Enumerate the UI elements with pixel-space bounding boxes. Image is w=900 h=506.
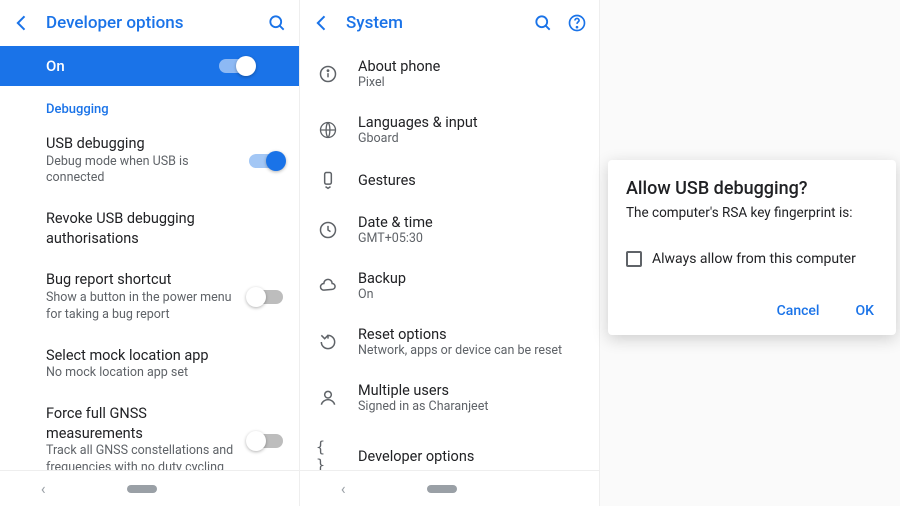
item-title: Reset options [358,326,583,343]
settings-list: About phonePixel Languages & inputGboard… [300,46,599,470]
dialog-title: Allow USB debugging? [626,178,878,199]
item-title: Developer options [358,448,583,465]
item-subtitle: Network, apps or device can be reset [358,343,583,358]
list-item[interactable]: Reset optionsNetwork, apps or device can… [300,314,599,370]
nav-bar: ‹ [300,470,599,506]
master-toggle-label: On [46,57,65,75]
always-allow-row[interactable]: Always allow from this computer [626,251,878,267]
help-icon[interactable] [567,13,587,33]
item-subtitle: No mock location app set [46,365,283,382]
back-arrow-icon[interactable] [312,13,332,33]
item-title: Gestures [358,172,583,189]
master-toggle-row[interactable]: On [0,46,299,86]
list-item[interactable]: Date & timeGMT+05:30 [300,202,599,258]
info-icon [316,64,340,84]
globe-icon [316,120,340,140]
list-item[interactable]: Select mock location app No mock locatio… [0,335,299,393]
item-title: Date & time [358,214,583,231]
item-title: Languages & input [358,114,583,131]
item-title: Backup [358,270,583,287]
list-item[interactable]: Languages & inputGboard [300,102,599,158]
ok-button[interactable]: OK [852,297,879,325]
toggle-switch[interactable] [249,154,283,168]
reset-icon [316,332,340,352]
list-item[interactable]: BackupOn [300,258,599,314]
developer-options-screen: Developer options On Debugging USB debug… [0,0,300,506]
dialog-actions: Cancel OK [626,297,878,325]
item-title: Bug report shortcut [46,270,235,290]
list-item[interactable]: Gestures [300,158,599,202]
item-subtitle: Signed in as Charanjeet [358,399,583,414]
master-toggle-switch[interactable] [219,59,253,73]
dialog-body: The computer's RSA key fingerprint is: [626,205,878,221]
search-icon[interactable] [533,13,553,33]
checkbox-icon[interactable] [626,251,642,267]
usb-dialog-screen: Allow USB debugging? The computer's RSA … [600,0,900,506]
appbar: Developer options [0,0,299,46]
item-subtitle: Gboard [358,131,583,146]
item-subtitle: GMT+05:30 [358,231,583,246]
item-title: Multiple users [358,382,583,399]
list-item[interactable]: Force full GNSS measurements Track all G… [0,393,299,470]
item-subtitle: Pixel [358,75,583,90]
cancel-button[interactable]: Cancel [773,297,824,325]
item-title: Select mock location app [46,346,283,366]
list-item[interactable]: { } Developer options [300,426,599,470]
clock-icon [316,220,340,240]
page-title: System [346,13,519,33]
item-title: About phone [358,58,583,75]
section-header-debugging: Debugging [0,86,299,123]
item-subtitle: On [358,287,583,302]
gesture-icon [316,170,340,190]
back-arrow-icon[interactable] [12,13,32,33]
list-item[interactable]: USB debugging Debug mode when USB is con… [0,123,299,198]
list-item[interactable]: Revoke USB debugging authorisations [0,198,299,259]
person-icon [316,388,340,408]
braces-icon: { } [316,438,340,470]
nav-bar: ‹ [0,470,299,506]
list-item[interactable]: About phonePixel [300,46,599,102]
item-subtitle: Debug mode when USB is connected [46,154,235,188]
list-item[interactable]: Multiple usersSigned in as Charanjeet [300,370,599,426]
item-title: Revoke USB debugging authorisations [46,209,283,248]
search-icon[interactable] [267,13,287,33]
item-title: Force full GNSS measurements [46,404,235,443]
item-subtitle: Track all GNSS constellations and freque… [46,443,235,470]
appbar: System [300,0,599,46]
cloud-icon [316,276,340,296]
settings-list: Debugging USB debugging Debug mode when … [0,86,299,470]
page-title: Developer options [46,13,253,33]
checkbox-label: Always allow from this computer [652,251,856,267]
nav-home-pill[interactable] [427,485,457,493]
list-item[interactable]: Bug report shortcut Show a button in the… [0,259,299,334]
nav-home-pill[interactable] [127,485,157,493]
item-title: USB debugging [46,134,235,154]
usb-debugging-dialog: Allow USB debugging? The computer's RSA … [608,160,896,335]
nav-back-icon[interactable]: ‹ [41,479,46,498]
toggle-switch[interactable] [249,434,283,448]
toggle-switch[interactable] [249,290,283,304]
nav-back-icon[interactable]: ‹ [341,479,346,498]
item-subtitle: Show a button in the power menu for taki… [46,290,235,324]
system-settings-screen: System About phonePixel Languages & inpu… [300,0,600,506]
